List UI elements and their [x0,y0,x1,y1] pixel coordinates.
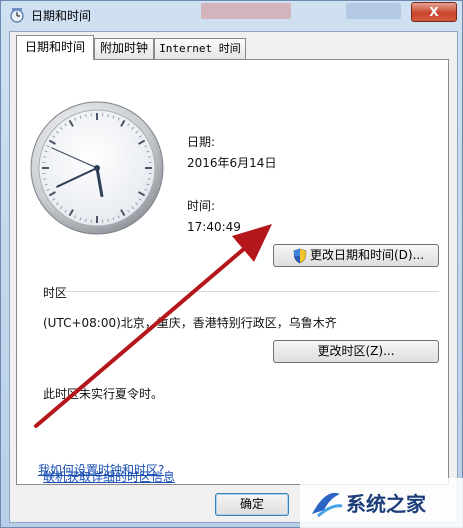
section-divider [65,291,439,292]
tab-date-time[interactable]: 日期和时间 [16,35,94,60]
tab-panel: 日期: 2016年6月14日 时间: 17:40:49 更改日期和时间(D)..… [16,59,449,485]
title-bar[interactable]: 日期和时间 X [1,1,463,29]
watermark-text: 系统之家 [346,492,426,516]
clock-minute-tick [43,156,47,158]
uac-shield-icon [293,248,307,264]
window-title: 日期和时间 [31,9,92,23]
clock-minute-tick [43,178,47,180]
watermark-logo-icon [312,492,343,518]
change-timezone-label: 更改时区(Z)... [317,344,395,358]
change-timezone-button[interactable]: 更改时区(Z)... [273,340,439,363]
tab-label: 日期和时间 [24,40,85,54]
clock-minute-tick [147,178,151,180]
close-icon: X [429,5,439,19]
clock-minute-tick [107,114,109,118]
timezone-value: (UTC+08:00)北京，重庆，香港特别行政区，乌鲁木齐 [43,316,337,330]
time-label: 时间: [187,199,216,213]
background-blur [201,3,291,19]
tab-label: 附加时钟 [99,41,148,55]
time-value: 17:40:49 [187,220,241,234]
change-date-time-label: 更改日期和时间(D)... [310,248,425,262]
tab-label: Internet 时间 [159,42,241,55]
tab-internet-time[interactable]: Internet 时间 [154,38,246,59]
date-label: 日期: [187,135,216,149]
clock-minute-tick [85,218,87,222]
dst-note: 此时区未实行夏令时。 [43,387,164,401]
watermark: 系统之家 [300,478,463,528]
ok-label: 确定 [239,497,264,511]
ok-button[interactable]: 确定 [215,493,289,516]
dialog-client: 日期和时间 附加时钟 Internet 时间 日期: 2016年6月14日 时间… [9,31,458,523]
analog-clock-icon [30,101,164,235]
background-blur [346,3,401,19]
datetime-app-icon [10,8,24,23]
close-button[interactable]: X [411,2,457,22]
date-value: 2016年6月14日 [187,156,277,170]
clock-minute-tick [147,156,151,158]
window-frame: 日期和时间 X 日期和时间 附加时钟 Internet 时间 日期: 2016年… [0,0,463,528]
how-to-set-clock-link[interactable]: 我如何设置时钟和时区? [38,461,164,478]
timezone-section-label: 时区 [43,286,68,300]
clock-minute-tick [107,218,109,222]
tab-additional-clocks[interactable]: 附加时钟 [94,38,154,59]
clock-minute-tick [85,114,87,118]
change-date-time-button[interactable]: 更改日期和时间(D)... [273,244,439,267]
